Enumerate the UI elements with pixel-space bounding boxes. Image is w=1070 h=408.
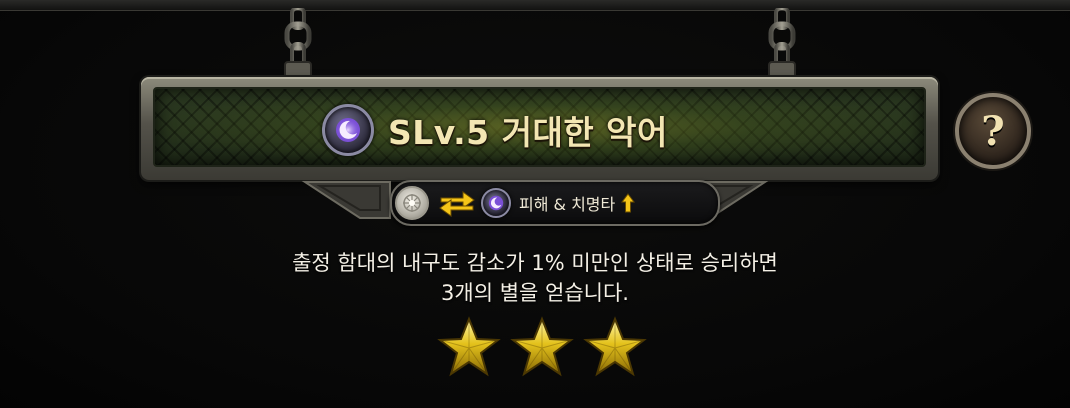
white-orb-icon [395,186,429,220]
star-icon [510,316,574,377]
advantage-badge: 피해 & 치명타 [390,180,720,226]
stage-title-row: SLv.5 거대한 악어 [322,103,668,157]
purple-crescent-orb-icon [322,104,374,156]
top-frame-bar [0,0,1070,11]
condition-line-2: 3개의 별을 얻습니다. [441,281,629,305]
left-chain-icon [284,8,312,82]
star-icon [437,316,501,377]
condition-line-1: 출정 함대의 내구도 감소가 1% 미만인 상태로 승리하면 [292,251,778,275]
star-icon [583,316,647,377]
help-button[interactable]: ? [955,93,1031,169]
up-arrow-icon [621,193,636,213]
right-chain-icon [768,8,796,82]
stage-title: SLv.5 거대한 악어 [388,113,668,152]
help-question-mark-icon: ? [981,107,1005,155]
advantage-label: 피해 & 치명타 [519,195,616,214]
purple-crescent-orb-small-icon [481,188,511,218]
star-rating [437,316,647,380]
swap-arrows-icon [439,191,475,217]
star-condition-text: 출정 함대의 내구도 감소가 1% 미만인 상태로 승리하면 3개의 별을 얻습… [150,248,920,308]
